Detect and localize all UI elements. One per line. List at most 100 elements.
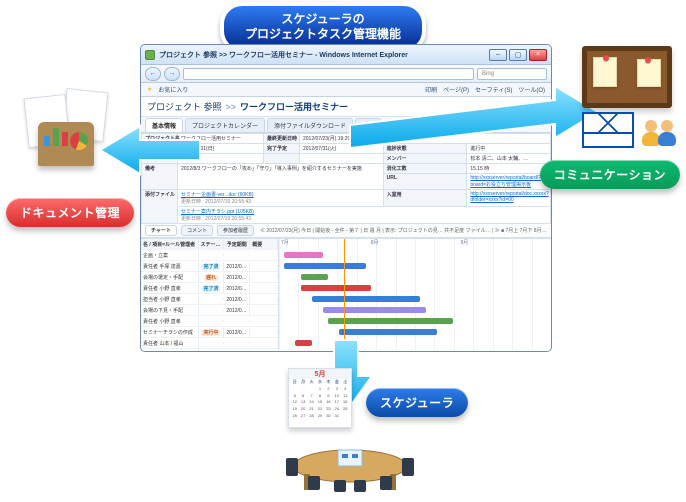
headline-line1: スケジューラの [232,12,414,27]
value: ワークフロー活用セミナー [178,134,264,144]
gantt-left: 名 / 項目=ルール管理者 ステータス 予定期間 概要 企画・立案責任者 手塚 … [141,239,279,350]
nav-back-button[interactable]: ← [145,67,161,81]
ie-toolbar: ★ お気に入り 印刷 ページ(P) セーフティ(S) ツール(O) [141,83,551,97]
label: 完了予定 [264,144,300,154]
scheduler-cluster: 5月 日月火水木金土123456789101112131415161718192… [288,368,352,428]
communication-cluster [582,46,678,148]
label: 進捗状態 [383,144,467,154]
label: 備考 [142,164,178,190]
pill-scheduler: スケジューラ [366,388,468,417]
breadcrumb: プロジェクト 参照 >> ワークフロー活用セミナー ★ ? [141,97,551,117]
table-row[interactable]: セミナーチラシの作成実行中2012/07/19(木) [141,327,278,338]
label: 入室用 [383,190,467,207]
gantt-toolbar: チャートコメント参加者履歴 ≪ 2012/07/23(月) 今日 | 開始後 -… [141,224,551,238]
value: 2012/07/23(月) 19:29:38 数枝菜実 [300,134,551,144]
gantt-bar[interactable] [312,296,421,302]
table-row[interactable]: 責任者 山本 / 福山 [141,338,278,349]
chart-folder-icon [38,122,94,166]
window-title: プロジェクト 参照 >> ワークフロー活用セミナー - Windows Inte… [159,50,485,60]
table-row[interactable]: 会場の下見・手配2012/07/17(火) [141,305,278,316]
window-close-button[interactable]: × [529,49,547,61]
title-bar: プロジェクト 参照 >> ワークフロー活用セミナー - Windows Inte… [141,45,551,65]
tab-strip: 基本情報プロジェクトカレンダー添付ファイルダウンロード検索 [141,117,551,133]
gantt-bar[interactable] [295,340,311,346]
headline-line2: プロジェクトタスク管理機能 [232,27,414,42]
label: URL [383,174,467,190]
breadcrumb-node[interactable]: プロジェクト 参照 [147,100,222,113]
app-window: プロジェクト 参照 >> ワークフロー活用セミナー - Windows Inte… [140,44,552,352]
meeting-desk-icon [280,430,420,496]
table-row[interactable]: 展示の手配2012/07/19(木) [141,349,278,351]
favicon-icon [145,50,155,60]
value: http://xxxserver/reportal/board/?board=お… [467,174,551,190]
label: 消化工数 [383,164,467,174]
breadcrumb-node: ワークフロー活用セミナー [240,100,348,113]
table-row[interactable]: 責任者 小野 直孝完了済2012/07/10(火) [141,283,278,294]
value: 15.15 時 [467,164,551,174]
value: 2012/07/31(火) [300,144,384,154]
value: 完了日 [178,154,264,164]
pill-docmgmt: ドキュメント管理 [6,198,134,227]
gantt-bar[interactable] [339,329,437,335]
gantt-bar[interactable] [301,274,328,280]
gantt-bar[interactable] [328,318,453,324]
gantt-bar[interactable] [301,285,372,291]
label: 添付ファイル [142,190,178,224]
nav-forward-button[interactable]: → [164,67,180,81]
table-row[interactable]: 担当者 小野 直孝2012/07/13(金) [141,294,278,305]
label: プロジェクト名 [142,134,178,144]
label: 開始予定日 [142,144,178,154]
table-row[interactable]: 会場の選定・手配遅れ2012/07/09(月) [141,272,278,283]
attachment-link[interactable]: セミナー企画書-ver...doc (60KB) [181,191,380,198]
window-min-button[interactable]: – [489,49,507,61]
attachment-link[interactable]: セミナー案内チラシ.ppt (105KB) [181,208,547,215]
attachment-ts: 更新日時 : 2012/07/19 20:55:43 [181,216,251,222]
value: セミナー企画書-ver...doc (60KB) 更新日時 : 2012/07/… [178,190,384,207]
window-max-button[interactable]: ▢ [509,49,527,61]
gantt-bar[interactable] [323,307,426,313]
url-bar[interactable] [183,68,474,80]
gantt-subtab[interactable]: 参加者履歴 [217,225,254,236]
mail-icon [582,112,634,148]
menu-item[interactable]: 印刷 [425,85,437,94]
value: 松本 清二、山本 太輔、… [467,154,551,164]
tab[interactable]: プロジェクトカレンダー [185,118,265,132]
meta-link[interactable]: http://xxxserver/reportal/doc.xxxxx?dfol… [470,191,548,203]
value: 2012/8/3 ワークフローの「攻め」「守り」「導入事例」を紹介するセミナーを… [178,164,384,190]
menu-item[interactable]: ページ(P) [443,85,469,94]
gantt-bar[interactable] [284,252,322,258]
address-row: ← → Bing [141,65,551,83]
fav-icon[interactable]: ★ [147,86,152,93]
gantt-subtab[interactable]: コメント [181,225,213,236]
value: http://xxxserver/reportal/doc.xxxxx?dfol… [467,190,551,207]
page-content: プロジェクト 参照 >> ワークフロー活用セミナー ★ ? 基本情報プロジェクト… [141,97,551,351]
tab[interactable]: 基本情報 [145,118,183,132]
value: セミナー案内チラシ.ppt (105KB) 更新日時 : 2012/07/19 … [178,207,551,224]
gantt-bar[interactable] [284,263,366,269]
meta-link[interactable]: http://xxxserver/reportal/board/?board=お… [470,175,541,188]
gantt-subtab[interactable]: チャート [145,225,177,236]
menu-item[interactable]: お気に入り [158,85,188,94]
menu-item[interactable]: セーフティ(S) [475,85,512,94]
bookmark-toggle[interactable]: ★ ? [528,101,545,112]
value [300,154,384,164]
search-placeholder: Bing [482,71,494,77]
tab[interactable]: 添付ファイルダウンロード [267,118,353,132]
menu-item[interactable]: ツール(O) [518,85,545,94]
today-line [344,239,345,350]
search-bar[interactable]: Bing [477,68,547,80]
label [264,154,300,164]
label: 終了予定日 [142,154,178,164]
table-row[interactable]: 企画・立案 [141,250,278,261]
attachment-ts: 更新日時 : 2012/07/19 20:55:43 [181,199,251,205]
table-row[interactable]: 責任者 手塚 達嘉完了済2012/07/05(木) [141,261,278,272]
people-icon [640,120,678,148]
pill-communication: コミュニケーション [540,160,680,189]
label: メンバー [383,154,467,164]
breadcrumb-sep: >> [226,102,237,112]
gantt-right[interactable]: 7月8月9月 [279,239,551,350]
corkboard-icon [582,46,672,108]
tab[interactable]: 検索 [355,118,381,132]
value: 2012/07/01(日) [178,144,264,154]
table-row[interactable]: 責任者 小野 直孝 [141,316,278,327]
